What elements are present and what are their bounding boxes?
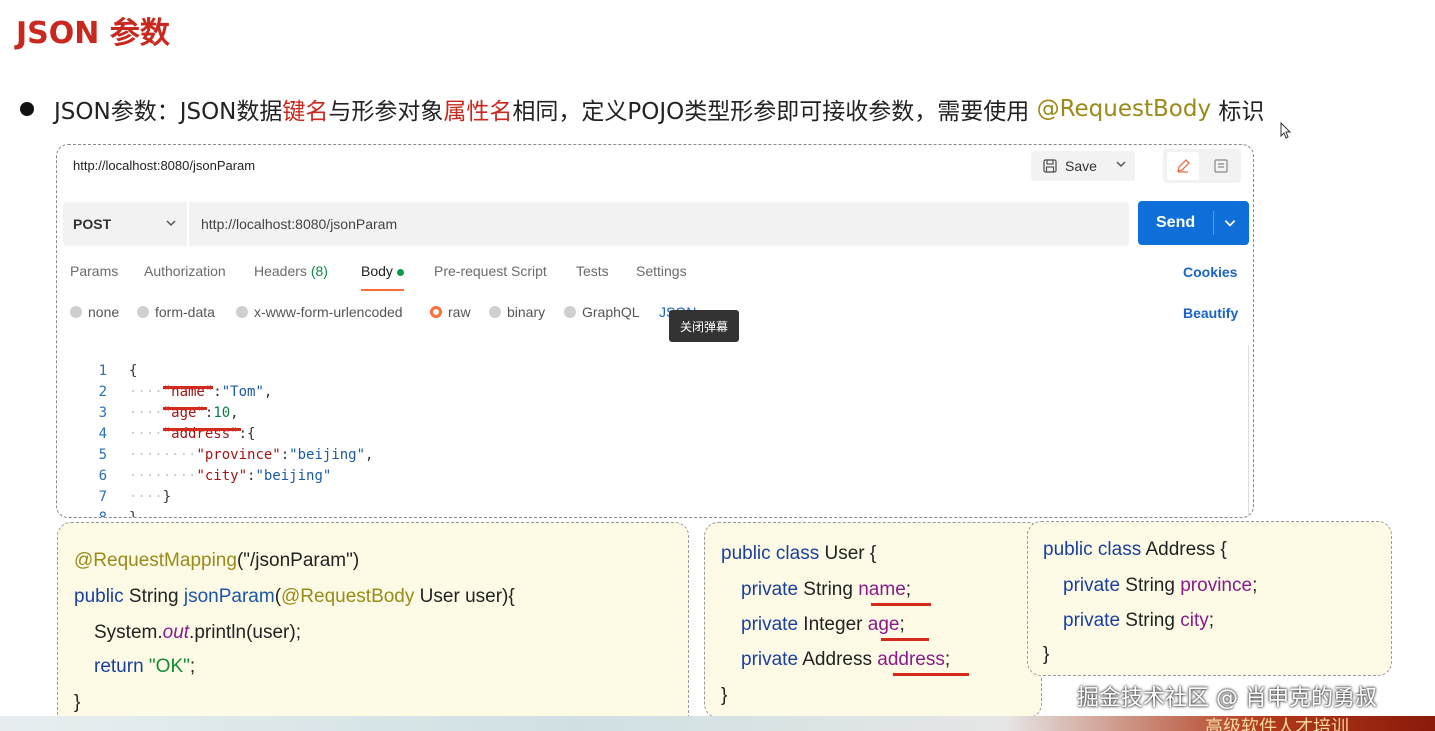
edit-mode-button[interactable] [1167, 152, 1199, 180]
code-line: @RequestMapping("/jsonParam") [74, 550, 360, 571]
tab-body[interactable]: Body [361, 263, 404, 291]
code-line: 7 ····} [98, 489, 172, 505]
send-divider [1213, 211, 1214, 235]
tab-params[interactable]: Params [70, 263, 118, 279]
code-line: 5 ········"province":"beijing", [98, 447, 374, 463]
address-class-card: public class Address { private String pr… [1027, 521, 1392, 676]
controller-code-card: @RequestMapping("/jsonParam") public Str… [57, 522, 689, 730]
radio-icon [489, 306, 501, 318]
body-active-dot [396, 268, 404, 276]
pencil-icon [1177, 159, 1190, 173]
tab-authorization[interactable]: Authorization [144, 263, 226, 279]
method-label: POST [73, 216, 112, 232]
body-type-urlencoded[interactable]: x-www-form-urlencoded [236, 304, 403, 320]
field-underline-address [893, 673, 969, 676]
site-watermark: 掘金技术社区 @ 肖申克的勇叔 [1077, 686, 1377, 711]
bullet-suffix: 标识 [1211, 99, 1265, 125]
code-line: private Address address; [741, 649, 951, 670]
tab-pre-request-script[interactable]: Pre-request Script [434, 263, 547, 279]
tab-headers[interactable]: Headers (8) [254, 263, 328, 279]
code-line: private String name; [741, 579, 912, 600]
editor-scrollbar[interactable] [1248, 345, 1249, 517]
key-underline-age [163, 407, 207, 410]
body-type-form-data[interactable]: form-data [137, 304, 215, 320]
url-bar [189, 202, 1129, 246]
postman-request-panel: http://localhost:8080/jsonParam Save POS… [56, 144, 1254, 518]
bullet-mid1: 与形参对象 [328, 99, 444, 125]
code-line: 4 ····"address":{ [98, 426, 256, 442]
radio-icon [564, 306, 576, 318]
field-underline-age [881, 638, 929, 641]
slide-title: JSON 参数 [16, 16, 170, 51]
code-line: } [721, 685, 728, 706]
request-tab-title[interactable]: http://localhost:8080/jsonParam [73, 158, 255, 173]
bullet-highlight-key: 键名 [282, 99, 329, 125]
radio-selected-icon [430, 306, 442, 318]
body-type-raw[interactable]: raw [430, 304, 471, 320]
code-line: private String city; [1063, 610, 1215, 631]
danmaku-tooltip[interactable]: 关闭弹幕 [669, 310, 739, 342]
code-line: 6 ········"city":"beijing" [98, 468, 332, 484]
save-icon [1043, 159, 1057, 173]
code-line: 1{ [98, 363, 138, 379]
url-input[interactable] [189, 202, 1129, 246]
chevron-down-icon [166, 220, 176, 227]
headers-count: (8) [310, 263, 328, 279]
send-button[interactable]: Send [1138, 201, 1249, 245]
radio-icon [236, 306, 248, 318]
tab-settings[interactable]: Settings [636, 263, 687, 279]
bullet-mid2: 相同，定义POJO类型形参即可接收参数，需要使用 [512, 99, 1037, 125]
code-line: 2 ····"name":"Tom", [98, 384, 273, 400]
bullet-prefix: JSON参数：JSON数据 [54, 99, 283, 125]
bullet-dot [20, 102, 34, 116]
chevron-down-icon[interactable] [1115, 158, 1127, 170]
cookies-link[interactable]: Cookies [1183, 264, 1237, 280]
request-title-bar: http://localhost:8080/jsonParam Save [57, 145, 1253, 189]
code-line: } [1043, 644, 1050, 665]
body-type-graphql[interactable]: GraphQL [564, 304, 640, 320]
mouse-cursor-icon [1280, 122, 1292, 139]
code-line: } [74, 692, 81, 713]
code-line: public class Address { [1043, 539, 1227, 560]
body-type-binary[interactable]: binary [489, 304, 545, 320]
documentation-button[interactable] [1205, 152, 1237, 180]
code-line: 3 ····"age":10, [98, 405, 239, 421]
code-line: private String province; [1063, 575, 1258, 596]
key-underline-address [163, 428, 241, 431]
code-line: public class User { [721, 543, 877, 564]
save-label: Save [1065, 158, 1097, 174]
code-line: 8} [98, 510, 138, 518]
radio-icon [70, 306, 82, 318]
json-body-editor[interactable]: 1{ 2 ····"name":"Tom", 3 ····"age":10, 4 ··… [63, 345, 1249, 517]
bullet-annotation: @RequestBody [1036, 96, 1212, 122]
save-button[interactable]: Save [1031, 151, 1135, 181]
code-line: public String jsonParam(@RequestBody Use… [74, 586, 515, 607]
document-icon [1214, 159, 1228, 173]
key-underline-name [163, 386, 213, 389]
radio-icon [137, 306, 149, 318]
view-mode-toggle [1163, 149, 1241, 183]
field-underline-name [871, 603, 931, 606]
send-label: Send [1156, 214, 1196, 231]
chevron-down-icon[interactable] [1223, 216, 1237, 230]
code-line: private Integer age; [741, 614, 905, 635]
body-type-none[interactable]: none [70, 304, 119, 320]
user-class-card: public class User { private String name;… [704, 522, 1042, 718]
http-method-select[interactable]: POST [63, 202, 187, 246]
code-line: System.out.println(user); [94, 622, 301, 643]
beautify-link[interactable]: Beautify [1183, 305, 1238, 321]
bullet-highlight-attr: 属性名 [443, 99, 513, 125]
tab-tests[interactable]: Tests [576, 263, 609, 279]
bullet-text: JSON参数：JSON数据 键名 与形参对象 属性名 相同，定义POJO类型形参… [20, 92, 1264, 126]
code-line: return "OK"; [94, 656, 196, 677]
footer-banner-text: 高级软件人才培训 [1205, 717, 1349, 731]
